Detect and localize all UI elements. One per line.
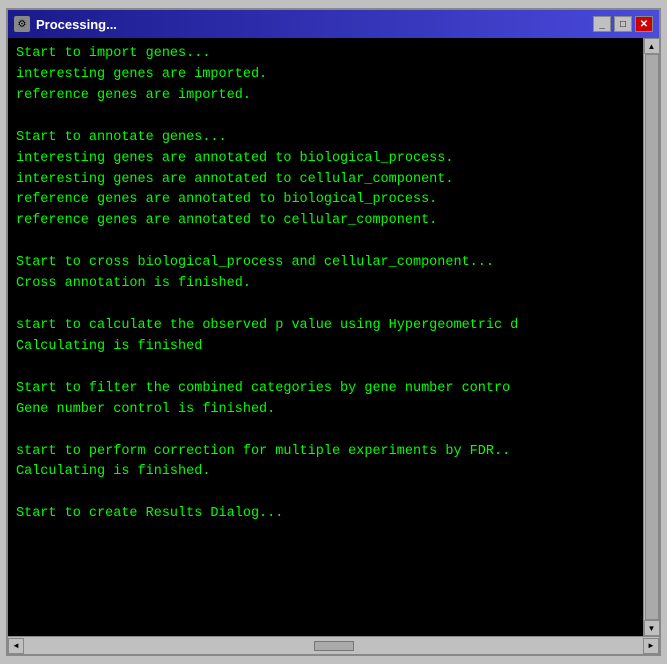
scroll-left-button[interactable]: ◄ [8, 638, 24, 654]
horizontal-scroll-thumb [314, 641, 354, 651]
scroll-right-button[interactable]: ► [643, 638, 659, 654]
window-title: Processing... [36, 17, 117, 32]
title-bar-left: ⚙ Processing... [14, 16, 117, 32]
window-icon: ⚙ [14, 16, 30, 32]
scrollbar-track[interactable] [645, 54, 659, 620]
processing-window: ⚙ Processing... _ □ ✕ Start to import ge… [6, 8, 661, 656]
title-buttons: _ □ ✕ [593, 16, 653, 32]
main-content: Start to import genes... interesting gen… [8, 38, 659, 636]
minimize-button[interactable]: _ [593, 16, 611, 32]
maximize-button[interactable]: □ [614, 16, 632, 32]
bottom-bar: ◄ ► [8, 636, 659, 654]
horizontal-scroll-track[interactable] [24, 637, 643, 654]
scrollbar-right[interactable]: ▲ ▼ [643, 38, 659, 636]
console-area: Start to import genes... interesting gen… [8, 38, 643, 636]
close-button[interactable]: ✕ [635, 16, 653, 32]
console-output: Start to import genes... interesting gen… [16, 44, 635, 630]
title-bar: ⚙ Processing... _ □ ✕ [8, 10, 659, 38]
scroll-down-button[interactable]: ▼ [644, 620, 660, 636]
scroll-up-button[interactable]: ▲ [644, 38, 660, 54]
